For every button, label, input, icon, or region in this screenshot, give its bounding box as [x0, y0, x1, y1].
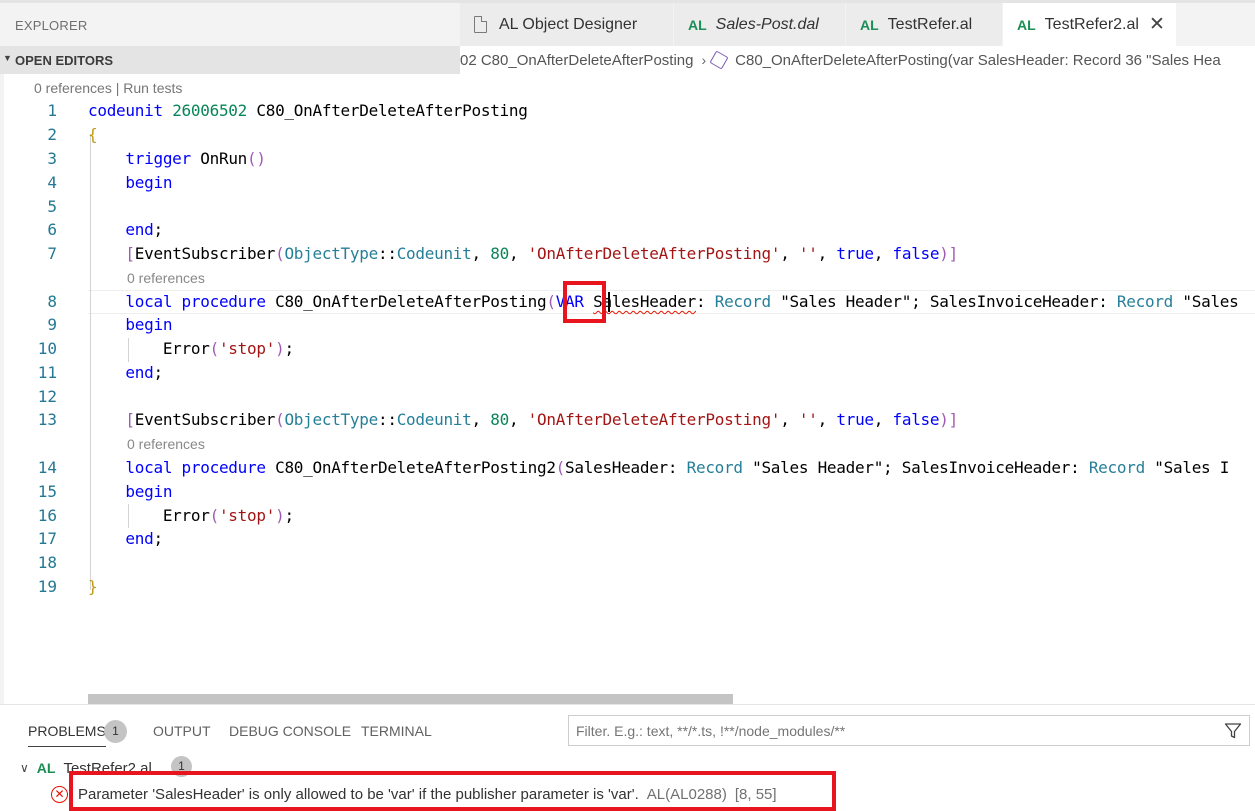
- line-number: 18: [37, 553, 57, 572]
- code-line: [EventSubscriber(ObjectType::Codeunit, 8…: [125, 244, 958, 263]
- tab-output[interactable]: OUTPUT: [153, 723, 211, 739]
- open-editors-label: OPEN EDITORS: [15, 53, 114, 68]
- tab-problems[interactable]: PROBLEMS: [28, 723, 106, 747]
- tab-debug-console[interactable]: DEBUG CONSOLE: [229, 723, 351, 739]
- al-file-icon: AL: [1017, 16, 1036, 33]
- method-icon: [709, 50, 729, 70]
- filter-icon[interactable]: [1224, 722, 1242, 740]
- tab-testrefer-al[interactable]: AL TestRefer.al: [846, 3, 1003, 46]
- code-line: end;: [125, 363, 163, 382]
- line-number: 1: [47, 101, 57, 120]
- code-line: codeunit 26006502 C80_OnAfterDeleteAfter…: [88, 101, 528, 120]
- close-icon[interactable]: ✕: [1149, 15, 1165, 34]
- code-line: end;: [125, 529, 163, 548]
- al-file-icon: AL: [860, 16, 879, 33]
- code-line: }: [88, 577, 98, 596]
- open-editors-section[interactable]: ▼ OPEN EDITORS: [0, 46, 460, 74]
- code-line: trigger OnRun(): [125, 149, 266, 168]
- tab-al-object-designer[interactable]: AL Object Designer: [460, 3, 674, 46]
- line-number: 5: [47, 197, 57, 216]
- line-number: 9: [47, 315, 57, 334]
- chevron-right-icon: ›: [701, 52, 707, 68]
- line-number: 13: [37, 410, 57, 429]
- codelens-references[interactable]: 0 references: [127, 436, 205, 452]
- tab-sales-post-dal[interactable]: AL Sales-Post.dal: [674, 3, 846, 46]
- file-icon: [474, 16, 487, 33]
- explorer-header: EXPLORER: [0, 0, 460, 46]
- code-line: Error('stop');: [88, 339, 294, 358]
- error-icon: ✕: [51, 785, 68, 803]
- error-entry[interactable]: ✕ Parameter 'SalesHeader' is only allowe…: [51, 783, 777, 805]
- line-number: 16: [37, 506, 57, 525]
- code-line: begin: [125, 482, 173, 501]
- line-number: 3: [47, 149, 57, 168]
- chevron-down-icon[interactable]: ∨: [20, 761, 29, 775]
- line-number: 12: [37, 387, 57, 406]
- line-number: 8: [47, 292, 57, 311]
- error-message: Parameter 'SalesHeader' is only allowed …: [78, 785, 639, 803]
- line-number: 17: [37, 529, 57, 548]
- problems-panel: PROBLEMS 1 OUTPUT DEBUG CONSOLE TERMINAL…: [0, 704, 1255, 811]
- line-number: 7: [47, 244, 57, 263]
- breadcrumb-codeunit[interactable]: 02 C80_OnAfterDeleteAfterPosting: [460, 52, 693, 69]
- code-editor[interactable]: 0 references | Run tests 1 2 3 4 5 6 7 8…: [4, 74, 1255, 704]
- error-position: [8, 55]: [734, 785, 777, 803]
- explorer-title: EXPLORER: [15, 18, 88, 33]
- line-number: 11: [37, 363, 57, 382]
- breadcrumb-procedure[interactable]: C80_OnAfterDeleteAfterPosting(var SalesH…: [735, 52, 1221, 69]
- code-line: [EventSubscriber(ObjectType::Codeunit, 8…: [125, 410, 958, 429]
- editor-tabbar: AL Object Designer AL Sales-Post.dal AL …: [460, 0, 1255, 46]
- code-line: Error('stop');: [88, 506, 294, 525]
- line-number: 4: [47, 173, 57, 192]
- tab-label: TestRefer2.al: [1044, 15, 1139, 33]
- breadcrumb: 02 C80_OnAfterDeleteAfterPosting › C80_O…: [460, 46, 1255, 74]
- code-line: begin: [125, 315, 173, 334]
- error-code: AL(AL0288): [646, 785, 727, 803]
- line-number: 6: [47, 220, 57, 239]
- tab-terminal[interactable]: TERMINAL: [361, 723, 432, 739]
- problems-filter-input[interactable]: [568, 715, 1250, 746]
- al-file-icon: AL: [36, 760, 56, 776]
- horizontal-scrollbar[interactable]: [88, 694, 733, 704]
- codelens-references[interactable]: 0 references: [127, 270, 205, 286]
- al-file-icon: AL: [688, 16, 707, 33]
- tab-testrefer2-al[interactable]: AL TestRefer2.al ✕: [1003, 3, 1177, 46]
- tab-label: TestRefer.al: [887, 15, 973, 33]
- code-line: local procedure C80_OnAfterDeleteAfterPo…: [125, 292, 1239, 311]
- line-number: 2: [47, 125, 57, 144]
- problems-count-badge: 1: [104, 720, 127, 743]
- tab-label: AL Object Designer: [499, 15, 638, 33]
- code-line: begin: [125, 173, 173, 192]
- chevron-down-icon[interactable]: ▼: [3, 53, 12, 63]
- code-line: end;: [125, 220, 163, 239]
- code-line: local procedure C80_OnAfterDeleteAfterPo…: [125, 458, 1230, 477]
- overlapped-codelens: 0 references | Run tests: [34, 80, 183, 96]
- line-number: 19: [37, 577, 57, 596]
- code-line: {: [88, 125, 98, 144]
- line-number: 14: [37, 458, 57, 477]
- text-cursor: [608, 292, 610, 312]
- var-highlight-box: [563, 281, 606, 323]
- line-number: 15: [37, 482, 57, 501]
- line-number: 10: [37, 339, 57, 358]
- tab-label: Sales-Post.dal: [715, 15, 819, 33]
